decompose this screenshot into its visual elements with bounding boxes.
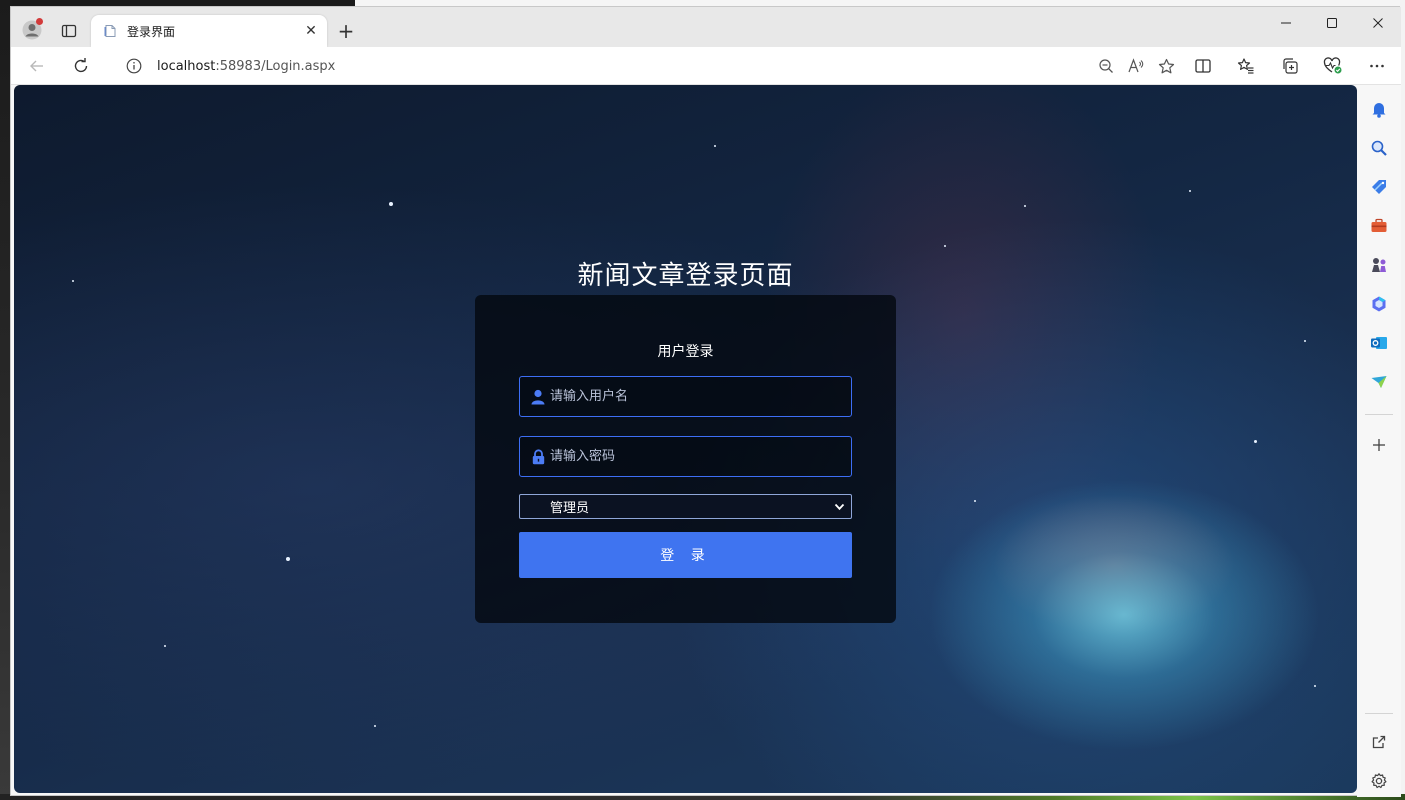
star: [1314, 685, 1316, 687]
user-icon: [526, 389, 550, 405]
new-tab-button[interactable]: +: [333, 19, 359, 43]
lock-icon: [526, 448, 550, 465]
star: [1024, 205, 1026, 207]
url-text[interactable]: localhost:58983/Login.aspx: [157, 59, 1091, 74]
drop-icon[interactable]: [1365, 368, 1393, 396]
password-input[interactable]: [550, 437, 851, 476]
m365-icon[interactable]: [1365, 290, 1393, 318]
browser-sidebar: [1357, 85, 1401, 797]
chevron-down-icon: [834, 503, 845, 511]
close-icon: [1373, 18, 1383, 28]
maximize-icon: [1327, 18, 1337, 28]
bell-icon[interactable]: [1365, 95, 1393, 123]
search-icon[interactable]: [1365, 134, 1393, 162]
minimize-icon: [1281, 22, 1291, 24]
back-arrow-icon: [30, 60, 43, 72]
url-host: localhost: [157, 58, 216, 74]
window-controls: [1263, 7, 1401, 39]
login-card: 用户登录 请输入用户名 管理员 登 录: [475, 295, 896, 623]
star: [164, 645, 166, 647]
page-favicon-icon: [103, 24, 117, 38]
open-external-icon[interactable]: [1365, 728, 1393, 756]
page-title: 新闻文章登录页面: [577, 261, 794, 291]
star-icon[interactable]: [1151, 53, 1181, 79]
info-icon[interactable]: [125, 57, 143, 75]
shopping-tag-icon[interactable]: [1365, 173, 1393, 201]
role-select-value: 管理员: [550, 501, 590, 516]
star: [1254, 440, 1257, 443]
tab-login[interactable]: 登录界面 ✕: [91, 15, 327, 47]
star: [374, 725, 376, 727]
profile-notification-dot: [36, 18, 43, 25]
add-icon[interactable]: [1365, 431, 1393, 459]
favorites-icon[interactable]: [1231, 53, 1261, 79]
minimize-button[interactable]: [1263, 7, 1309, 39]
window-close-button[interactable]: [1355, 7, 1401, 39]
star: [974, 500, 976, 502]
password-field[interactable]: [519, 436, 852, 477]
read-aloud-icon[interactable]: [1121, 53, 1151, 79]
profile-button[interactable]: [19, 17, 45, 43]
sidebar-divider: [1365, 713, 1393, 714]
star: [944, 245, 946, 247]
back-button[interactable]: [23, 53, 51, 79]
toolbox-icon[interactable]: [1365, 212, 1393, 240]
star: [1189, 190, 1191, 192]
browser-toolbar: localhost:58983/Login.aspx: [11, 47, 1401, 85]
role-select[interactable]: 管理员: [519, 494, 852, 519]
games-icon[interactable]: [1365, 251, 1393, 279]
username-input[interactable]: [550, 377, 851, 416]
sidebar-divider: [1365, 414, 1393, 415]
tab-close-button[interactable]: ✕: [301, 21, 321, 41]
username-field[interactable]: [519, 376, 852, 417]
collections-icon[interactable]: [1275, 53, 1305, 79]
star: [286, 557, 290, 561]
refresh-icon: [74, 58, 88, 73]
zoom-out-icon[interactable]: [1091, 53, 1121, 79]
more-icon[interactable]: [1362, 53, 1392, 79]
star: [389, 202, 393, 206]
tab-actions-icon: [61, 24, 77, 38]
performance-icon[interactable]: [1318, 53, 1348, 79]
login-button[interactable]: 登 录: [519, 532, 852, 578]
url-path: :58983/Login.aspx: [215, 58, 336, 74]
login-card-title: 用户登录: [657, 344, 714, 360]
split-screen-icon[interactable]: [1188, 53, 1218, 79]
refresh-button[interactable]: [67, 53, 95, 79]
maximize-button[interactable]: [1309, 7, 1355, 39]
settings-icon[interactable]: [1365, 767, 1393, 795]
tab-strip: 登录界面 ✕ +: [11, 7, 1401, 47]
tab-actions-button[interactable]: [55, 19, 83, 43]
login-page: 新闻文章登录页面 用户登录 请输入用户名 管理员 登 录: [14, 85, 1357, 793]
star: [1304, 340, 1306, 342]
browser-window: 登录界面 ✕ + localhost:58983/Login.aspx 新闻文章…: [10, 6, 1401, 797]
outlook-icon[interactable]: [1365, 329, 1393, 357]
star: [714, 145, 716, 147]
address-bar[interactable]: localhost:58983/Login.aspx: [111, 51, 1191, 81]
tab-title: 登录界面: [127, 24, 176, 39]
